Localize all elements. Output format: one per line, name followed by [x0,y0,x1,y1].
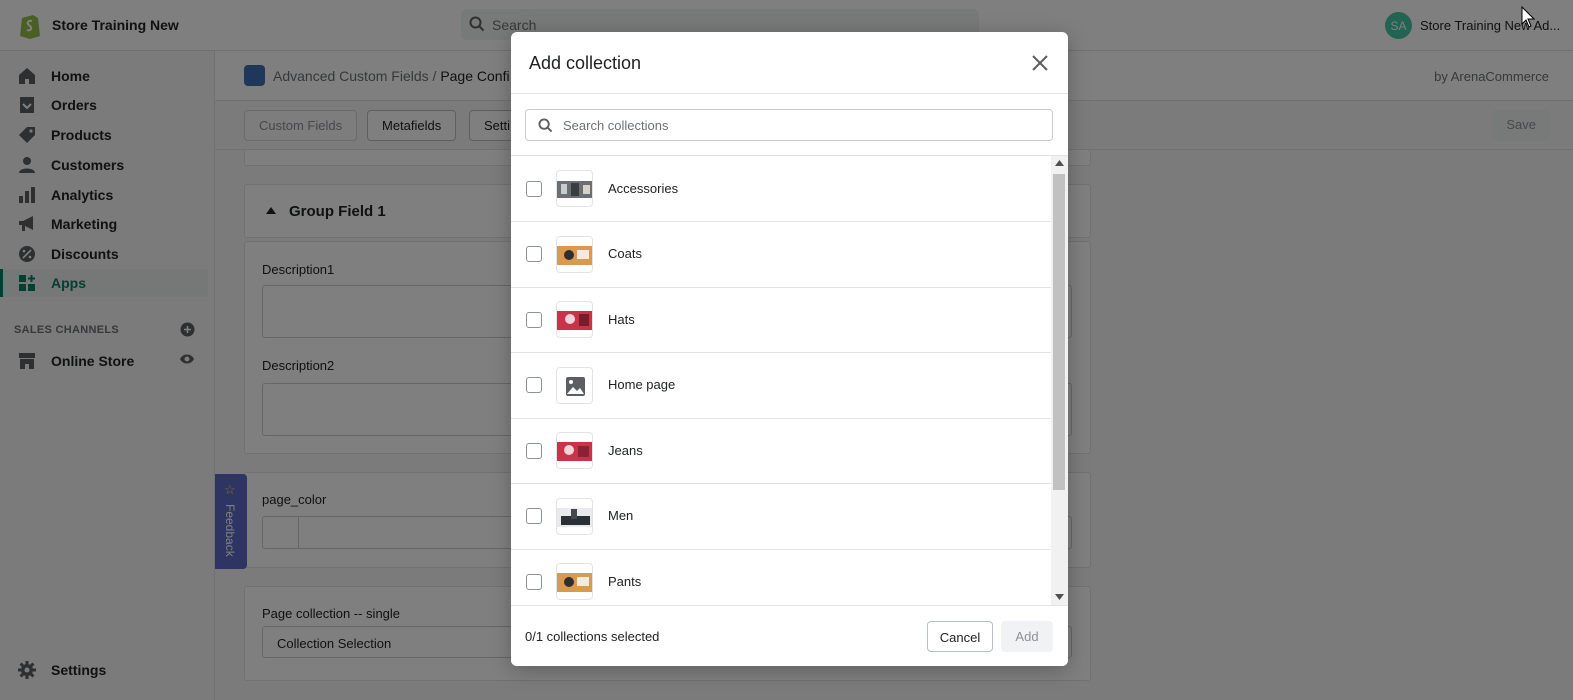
collection-label: Home page [608,377,676,392]
list-item[interactable]: Home page [511,353,1051,419]
thumbnail-image [556,236,593,273]
collection-list: Accessories Coats Hats Home page Jeans M… [511,156,1068,605]
thumbnail-image [556,432,593,469]
thumbnail-image [556,301,593,338]
list-item[interactable]: Hats [511,287,1051,353]
add-button[interactable]: Add [1001,621,1053,652]
checkbox[interactable] [526,312,542,328]
checkbox[interactable] [526,508,542,524]
thumbnail-image [556,498,593,535]
collection-label: Men [608,508,634,523]
checkbox[interactable] [526,574,542,590]
collection-label: Jeans [608,443,643,458]
collection-search-input[interactable]: Search collections [525,109,1053,141]
search-placeholder: Search collections [563,118,669,133]
scroll-up-arrow-icon[interactable] [1055,160,1064,166]
mouse-cursor-icon [1521,6,1535,28]
checkbox[interactable] [526,246,542,262]
thumbnail-image [556,170,593,207]
add-collection-modal: Add collection Search collections Access… [511,32,1068,666]
list-item[interactable]: Accessories [511,156,1051,222]
modal-header: Add collection [511,32,1068,94]
modal-title: Add collection [529,53,642,73]
collection-label: Pants [608,574,642,589]
collection-label: Hats [608,312,635,327]
modal-search-section: Search collections [511,94,1068,156]
close-icon[interactable] [1029,52,1051,74]
cancel-button[interactable]: Cancel [927,621,993,652]
selection-count: 0/1 collections selected [525,629,660,644]
collection-label: Coats [608,246,642,261]
list-item[interactable]: Coats [511,222,1051,288]
modal-footer: 0/1 collections selected Cancel Add [511,605,1068,666]
list-item[interactable]: Men [511,484,1051,550]
list-item[interactable]: Pants [511,549,1051,605]
checkbox[interactable] [526,443,542,459]
thumbnail-image [556,563,593,600]
image-placeholder-icon [556,367,593,404]
checkbox[interactable] [526,377,542,393]
collection-label: Accessories [608,181,679,196]
search-icon [538,118,553,133]
scrollbar-thumb[interactable] [1053,174,1065,490]
scroll-down-arrow-icon[interactable] [1055,594,1064,600]
list-item[interactable]: Jeans [511,418,1051,484]
checkbox[interactable] [526,181,542,197]
